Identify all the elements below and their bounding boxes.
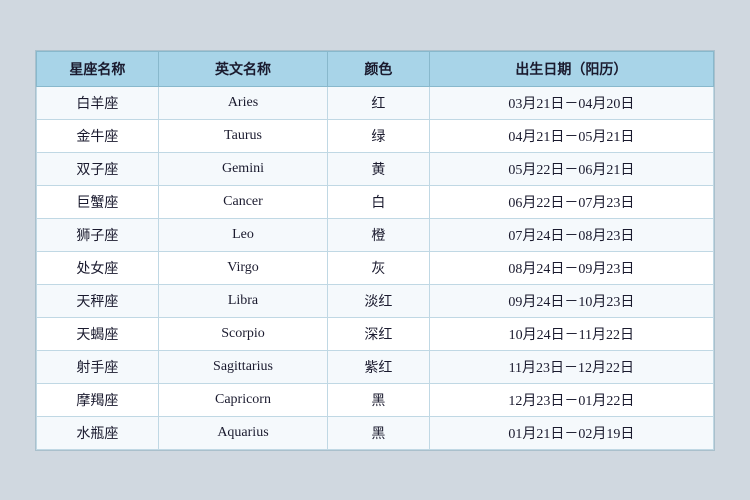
cell-color: 黑 <box>328 416 430 449</box>
table-row: 天秤座Libra淡红09月24日－10月23日 <box>37 284 714 317</box>
table-row: 水瓶座Aquarius黑01月21日－02月19日 <box>37 416 714 449</box>
cell-chinese-name: 射手座 <box>37 350 159 383</box>
cell-english-name: Taurus <box>158 119 327 152</box>
table-row: 双子座Gemini黄05月22日－06月21日 <box>37 152 714 185</box>
table-row: 天蝎座Scorpio深红10月24日－11月22日 <box>37 317 714 350</box>
header-chinese-name: 星座名称 <box>37 51 159 86</box>
cell-date: 09月24日－10月23日 <box>429 284 713 317</box>
cell-chinese-name: 双子座 <box>37 152 159 185</box>
cell-color: 绿 <box>328 119 430 152</box>
zodiac-table-container: 星座名称 英文名称 颜色 出生日期（阳历） 白羊座Aries红03月21日－04… <box>35 50 715 451</box>
cell-english-name: Sagittarius <box>158 350 327 383</box>
header-color: 颜色 <box>328 51 430 86</box>
cell-chinese-name: 天秤座 <box>37 284 159 317</box>
cell-chinese-name: 白羊座 <box>37 86 159 119</box>
table-header-row: 星座名称 英文名称 颜色 出生日期（阳历） <box>37 51 714 86</box>
zodiac-table: 星座名称 英文名称 颜色 出生日期（阳历） 白羊座Aries红03月21日－04… <box>36 51 714 450</box>
table-body: 白羊座Aries红03月21日－04月20日金牛座Taurus绿04月21日－0… <box>37 86 714 449</box>
cell-date: 01月21日－02月19日 <box>429 416 713 449</box>
table-row: 摩羯座Capricorn黑12月23日－01月22日 <box>37 383 714 416</box>
table-row: 金牛座Taurus绿04月21日－05月21日 <box>37 119 714 152</box>
header-date: 出生日期（阳历） <box>429 51 713 86</box>
header-english-name: 英文名称 <box>158 51 327 86</box>
table-row: 处女座Virgo灰08月24日－09月23日 <box>37 251 714 284</box>
cell-chinese-name: 天蝎座 <box>37 317 159 350</box>
cell-color: 淡红 <box>328 284 430 317</box>
cell-color: 黑 <box>328 383 430 416</box>
cell-color: 橙 <box>328 218 430 251</box>
cell-color: 红 <box>328 86 430 119</box>
cell-english-name: Aries <box>158 86 327 119</box>
cell-date: 08月24日－09月23日 <box>429 251 713 284</box>
cell-color: 深红 <box>328 317 430 350</box>
cell-date: 06月22日－07月23日 <box>429 185 713 218</box>
cell-date: 05月22日－06月21日 <box>429 152 713 185</box>
cell-chinese-name: 巨蟹座 <box>37 185 159 218</box>
cell-english-name: Gemini <box>158 152 327 185</box>
cell-date: 07月24日－08月23日 <box>429 218 713 251</box>
cell-english-name: Aquarius <box>158 416 327 449</box>
cell-english-name: Libra <box>158 284 327 317</box>
cell-date: 10月24日－11月22日 <box>429 317 713 350</box>
cell-date: 11月23日－12月22日 <box>429 350 713 383</box>
cell-date: 04月21日－05月21日 <box>429 119 713 152</box>
cell-chinese-name: 水瓶座 <box>37 416 159 449</box>
cell-chinese-name: 狮子座 <box>37 218 159 251</box>
cell-color: 灰 <box>328 251 430 284</box>
cell-english-name: Cancer <box>158 185 327 218</box>
cell-color: 白 <box>328 185 430 218</box>
cell-english-name: Capricorn <box>158 383 327 416</box>
table-row: 狮子座Leo橙07月24日－08月23日 <box>37 218 714 251</box>
cell-english-name: Scorpio <box>158 317 327 350</box>
cell-chinese-name: 金牛座 <box>37 119 159 152</box>
cell-chinese-name: 处女座 <box>37 251 159 284</box>
cell-color: 紫红 <box>328 350 430 383</box>
table-row: 白羊座Aries红03月21日－04月20日 <box>37 86 714 119</box>
cell-date: 12月23日－01月22日 <box>429 383 713 416</box>
cell-color: 黄 <box>328 152 430 185</box>
table-row: 射手座Sagittarius紫红11月23日－12月22日 <box>37 350 714 383</box>
cell-date: 03月21日－04月20日 <box>429 86 713 119</box>
cell-chinese-name: 摩羯座 <box>37 383 159 416</box>
cell-english-name: Virgo <box>158 251 327 284</box>
table-row: 巨蟹座Cancer白06月22日－07月23日 <box>37 185 714 218</box>
cell-english-name: Leo <box>158 218 327 251</box>
